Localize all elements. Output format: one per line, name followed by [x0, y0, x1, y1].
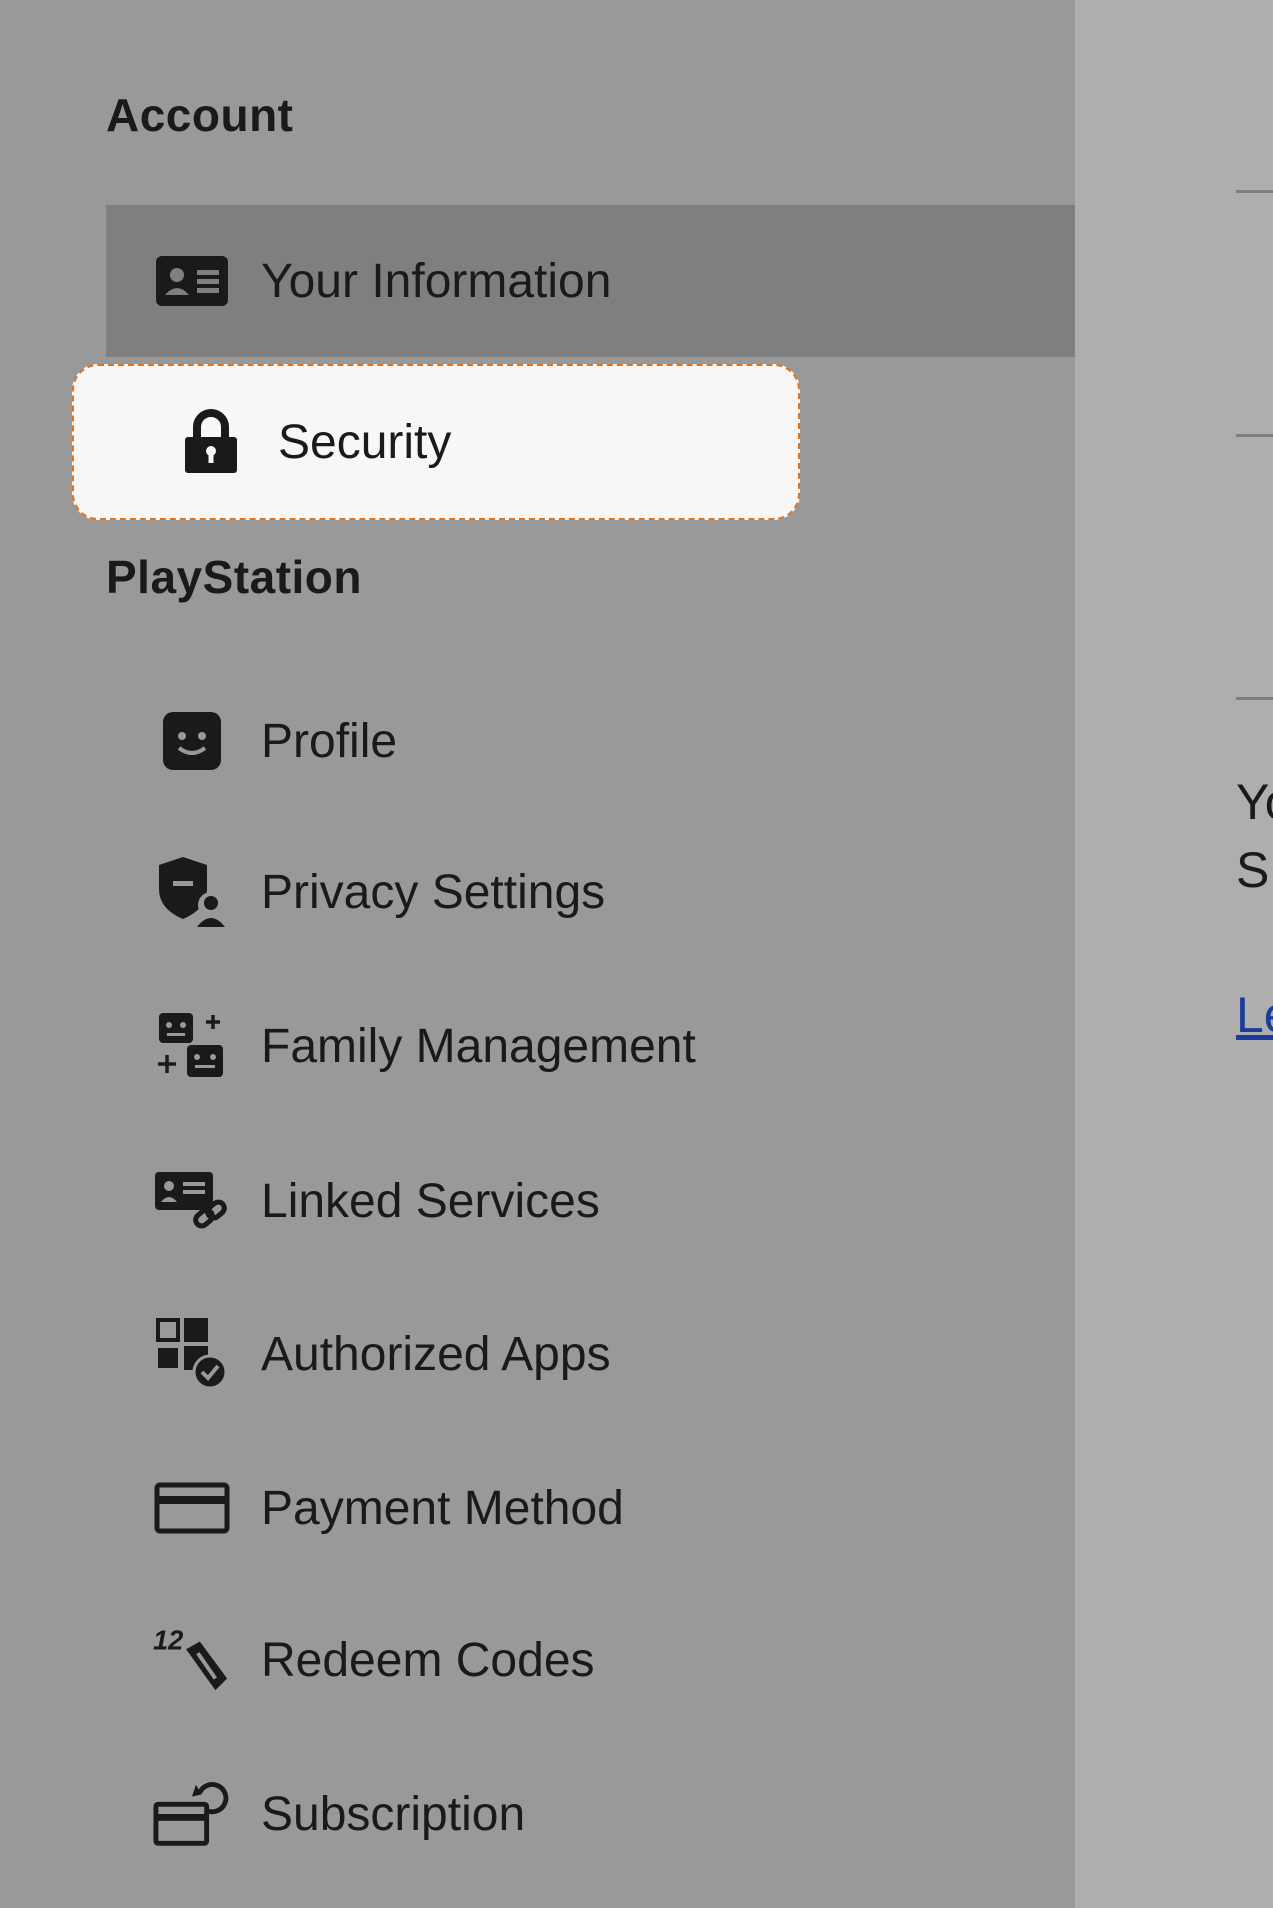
svg-text:12: 12 [153, 1624, 183, 1655]
sidebar-item-profile[interactable]: Profile [0, 665, 1075, 817]
redeem-code-icon: 12 [153, 1621, 231, 1699]
sidebar-item-label: Redeem Codes [261, 1633, 595, 1687]
lock-icon [172, 403, 250, 481]
sidebar-item-linked-services[interactable]: Linked Services [0, 1125, 1075, 1277]
learn-more-link[interactable]: Le [1236, 986, 1273, 1044]
sidebar-item-subscription[interactable]: Subscription [0, 1738, 1075, 1890]
sidebar-item-your-information[interactable]: Your Information [106, 205, 1075, 357]
playstation-heading: PlayStation [106, 551, 363, 603]
sidebar-item-family-management[interactable]: Family Management [0, 970, 1075, 1122]
body-text-line: Yo [1236, 774, 1273, 830]
body-text-line: S [1236, 842, 1270, 898]
sidebar-item-label: Authorized Apps [261, 1327, 611, 1381]
sidebar-item-privacy-settings[interactable]: Privacy Settings [0, 816, 1075, 968]
sidebar-item-redeem-codes[interactable]: 12 Redeem Codes [0, 1584, 1075, 1736]
sidebar-item-label: Security [278, 415, 452, 469]
divider [1236, 697, 1273, 700]
apps-check-icon [153, 1315, 231, 1393]
sidebar-item-label: Family Management [261, 1019, 696, 1073]
sidebar-item-authorized-apps[interactable]: Authorized Apps [0, 1278, 1075, 1430]
sidebar-item-label: Subscription [261, 1787, 526, 1841]
sidebar-item-security[interactable]: Security [72, 364, 800, 520]
main-content: Yo S Le [1075, 0, 1273, 1908]
linked-card-icon [153, 1162, 231, 1240]
credit-card-icon [153, 1469, 231, 1547]
family-icon [153, 1007, 231, 1085]
sidebar-item-label: Payment Method [261, 1481, 624, 1535]
sidebar-item-payment-method[interactable]: Payment Method [0, 1432, 1075, 1584]
sidebar-item-label: Profile [261, 714, 398, 768]
sidebar-item-label: Your Information [261, 254, 612, 308]
sidebar-item-label: Privacy Settings [261, 865, 606, 919]
shield-user-icon [153, 853, 231, 931]
subscription-icon [153, 1775, 231, 1853]
account-heading: Account [106, 89, 294, 141]
sidebar: Account Your Information Security PlaySt… [0, 0, 1075, 1908]
smiley-face-icon [153, 702, 231, 780]
divider [1236, 434, 1273, 437]
sidebar-item-label: Linked Services [261, 1174, 600, 1228]
id-card-icon [153, 242, 231, 320]
divider [1236, 190, 1273, 193]
